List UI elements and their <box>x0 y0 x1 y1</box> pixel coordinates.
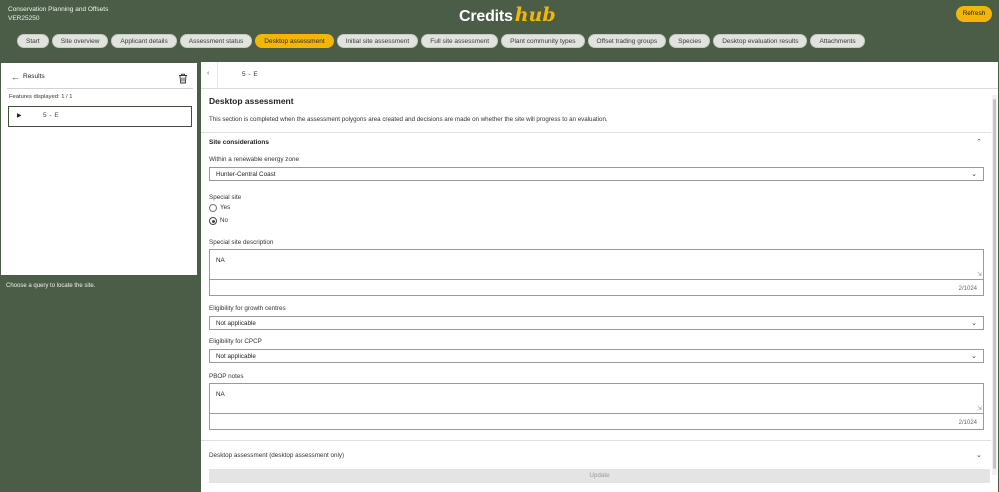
section-description: This section is completed when the asses… <box>209 116 608 123</box>
tab-desktop-assessment[interactable]: Desktop assessment <box>255 34 334 48</box>
cpcp-label: Eligibility for CPCP <box>209 338 262 345</box>
chevron-up-icon[interactable]: ⌃ <box>976 138 982 146</box>
cpcp-value: Not applicable <box>216 353 256 360</box>
logo-hub: hub <box>514 4 556 26</box>
arrow-left-icon[interactable]: ← <box>11 72 20 82</box>
growth-centres-select[interactable]: Not applicable ⌄ <box>209 316 984 330</box>
cpcp-select[interactable]: Not applicable ⌄ <box>209 349 984 363</box>
page-title: Desktop assessment <box>209 96 294 106</box>
result-item-label: 5 - E <box>43 112 60 119</box>
caret-right-icon[interactable]: ▶ <box>17 112 22 119</box>
section-title-desktop-assessment-only[interactable]: Desktop assessment (desktop assessment o… <box>209 452 344 459</box>
pbop-notes-label: PBOP notes <box>209 373 244 380</box>
resize-handle-icon[interactable]: ⇲ <box>977 271 982 278</box>
tab-desktop-evaluation-results[interactable]: Desktop evaluation results <box>713 34 808 48</box>
tab-assessment-status[interactable]: Assessment status <box>179 34 253 48</box>
org-info: Conservation Planning and Offsets VER252… <box>8 5 108 23</box>
resize-handle-icon[interactable]: ⇲ <box>977 405 982 412</box>
section-title-site-considerations[interactable]: Site considerations <box>209 139 269 146</box>
divider <box>201 132 991 133</box>
renewable-zone-label: Within a renewable energy zone <box>209 156 299 163</box>
update-button[interactable]: Update <box>209 469 990 483</box>
scroll-thumb[interactable] <box>993 99 996 469</box>
chevron-down-icon[interactable]: ⌄ <box>976 451 982 459</box>
radio-yes-label: Yes <box>220 204 231 211</box>
credits-hub-logo: Credits hub <box>459 4 556 26</box>
radio-yes[interactable] <box>209 204 217 212</box>
chevron-left-icon[interactable]: ‹ <box>207 70 209 77</box>
growth-centres-label: Eligibility for growth centres <box>209 305 286 312</box>
tab-initial-site-assessment[interactable]: Initial site assessment <box>336 34 419 48</box>
top-bar: Conservation Planning and Offsets VER252… <box>0 0 999 30</box>
radio-no-label: No <box>220 217 229 224</box>
tab-species[interactable]: Species <box>669 34 711 48</box>
char-counter: 2/1024 <box>958 286 977 292</box>
pbop-notes-field[interactable]: NA ⇲ 2/1024 <box>209 383 984 430</box>
pbop-notes-textarea[interactable]: NA ⇲ <box>210 384 983 414</box>
radio-no[interactable] <box>209 217 217 225</box>
record-header: ‹ 5 - E <box>201 62 998 89</box>
tab-site-overview[interactable]: Site overview <box>51 34 109 48</box>
pbop-notes-value: NA <box>216 391 225 398</box>
features-count: Features displayed: 1 / 1 <box>9 94 73 100</box>
divider <box>201 440 991 441</box>
char-counter: 2/1024 <box>958 420 977 426</box>
refresh-button[interactable]: Refresh <box>956 6 992 22</box>
tab-full-site-assessment[interactable]: Full site assessment <box>421 34 499 48</box>
tab-applicant-details[interactable]: Applicant details <box>111 34 177 48</box>
growth-centres-value: Not applicable <box>216 320 256 327</box>
tab-start[interactable]: Start <box>17 34 49 48</box>
org-name: Conservation Planning and Offsets <box>8 6 109 13</box>
query-hint: Choose a query to locate the site. <box>6 283 96 289</box>
chevron-down-icon: ⌄ <box>971 353 977 360</box>
tab-offset-trading-groups[interactable]: Offset trading groups <box>587 34 667 48</box>
results-title: Results <box>23 73 45 80</box>
results-header: ← Results <box>9 71 189 85</box>
scrollbar[interactable] <box>992 95 997 475</box>
special-site-description-field[interactable]: NA ⇲ 2/1024 <box>209 249 984 296</box>
tab-attachments[interactable]: Attachments <box>810 34 865 48</box>
trash-icon[interactable] <box>178 71 188 84</box>
tab-plant-community-types[interactable]: Plant community types <box>501 34 585 48</box>
tab-bar: Start Site overview Applicant details As… <box>17 34 865 48</box>
results-panel: ← Results Features displayed: 1 / 1 ▶ 5 … <box>1 63 197 275</box>
result-list-item[interactable]: ▶ 5 - E <box>8 106 192 127</box>
record-id: 5 - E <box>242 71 259 78</box>
chevron-down-icon: ⌄ <box>971 320 977 327</box>
special-site-description-textarea[interactable]: NA ⇲ <box>210 250 983 280</box>
desktop-assessment-panel: ‹ 5 - E Desktop assessment This section … <box>201 62 998 492</box>
divider <box>7 88 193 89</box>
divider <box>217 62 218 89</box>
chevron-down-icon: ⌄ <box>971 171 977 178</box>
special-site-description-value: NA <box>216 257 225 264</box>
renewable-zone-value: Hunter-Central Coast <box>216 171 276 178</box>
org-code: VER25250 <box>8 15 40 22</box>
special-site-label: Special site <box>209 194 242 201</box>
renewable-zone-select[interactable]: Hunter-Central Coast ⌄ <box>209 167 984 181</box>
special-site-description-label: Special site description <box>209 239 274 246</box>
logo-credits: Credits <box>459 8 513 25</box>
